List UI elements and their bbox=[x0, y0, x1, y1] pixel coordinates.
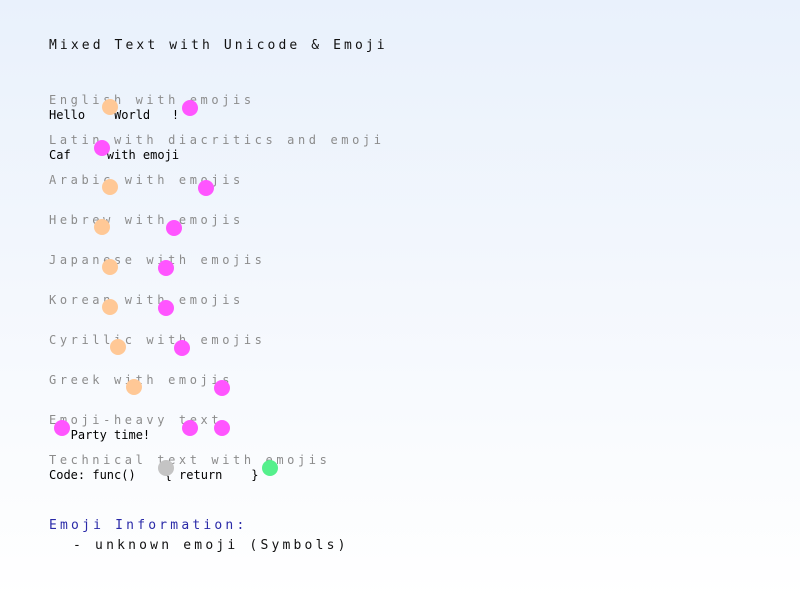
sample-label: Hebrew with emojis bbox=[49, 213, 244, 227]
party-emoji-icon bbox=[182, 100, 198, 116]
party-emoji-icon bbox=[54, 420, 70, 436]
face-emoji-icon bbox=[110, 339, 126, 355]
sample-greek: Greek with emojis bbox=[49, 373, 769, 413]
face-emoji-icon bbox=[102, 259, 118, 275]
sample-label: Technical text with emojis bbox=[49, 453, 331, 467]
sample-latin: Latin with diacritics and emoji Caf with… bbox=[49, 133, 769, 173]
heart-emoji-icon bbox=[158, 260, 174, 276]
emoji-info-heading: Emoji Information: bbox=[49, 518, 248, 533]
check-emoji-icon bbox=[262, 460, 278, 476]
page-title: Mixed Text with Unicode & Emoji bbox=[49, 38, 388, 53]
sample-english: English with emojis Hello World ! bbox=[49, 93, 769, 133]
sample-emoji-heavy: Emoji-heavy text Party time! bbox=[49, 413, 769, 453]
face-emoji-icon bbox=[102, 299, 118, 315]
sample-text: Caf with emoji bbox=[49, 148, 180, 162]
face-emoji-icon bbox=[126, 379, 142, 395]
heart-emoji-icon bbox=[214, 380, 230, 396]
sample-text: Code: func() { return } bbox=[49, 468, 259, 482]
face-emoji-icon bbox=[94, 219, 110, 235]
sample-japanese: Japanese with emojis bbox=[49, 253, 769, 293]
face-emoji-icon bbox=[102, 179, 118, 195]
sample-label: Japanese with emojis bbox=[49, 253, 266, 267]
sample-label: English with emojis bbox=[49, 93, 255, 107]
sample-technical: Technical text with emojis Code: func() … bbox=[49, 453, 769, 493]
party-emoji-icon bbox=[214, 420, 230, 436]
heart-emoji-icon bbox=[198, 180, 214, 196]
sample-label: Korean with emojis bbox=[49, 293, 244, 307]
heart-emoji-icon bbox=[174, 340, 190, 356]
sample-label: Arabic with emojis bbox=[49, 173, 244, 187]
face-emoji-icon bbox=[102, 99, 118, 115]
sample-korean: Korean with emojis bbox=[49, 293, 769, 333]
sample-label: Cyrillic with emojis bbox=[49, 333, 266, 347]
party-emoji-icon bbox=[182, 420, 198, 436]
emoji-info-item: - unknown emoji (Symbols) bbox=[73, 538, 349, 553]
heart-emoji-icon bbox=[158, 300, 174, 316]
sample-cyrillic: Cyrillic with emojis bbox=[49, 333, 769, 373]
sample-arabic: Arabic with emojis bbox=[49, 173, 769, 213]
gear-emoji-icon bbox=[158, 460, 174, 476]
heart-emoji-icon bbox=[166, 220, 182, 236]
sample-hebrew: Hebrew with emojis bbox=[49, 213, 769, 253]
coffee-emoji-icon bbox=[94, 140, 110, 156]
